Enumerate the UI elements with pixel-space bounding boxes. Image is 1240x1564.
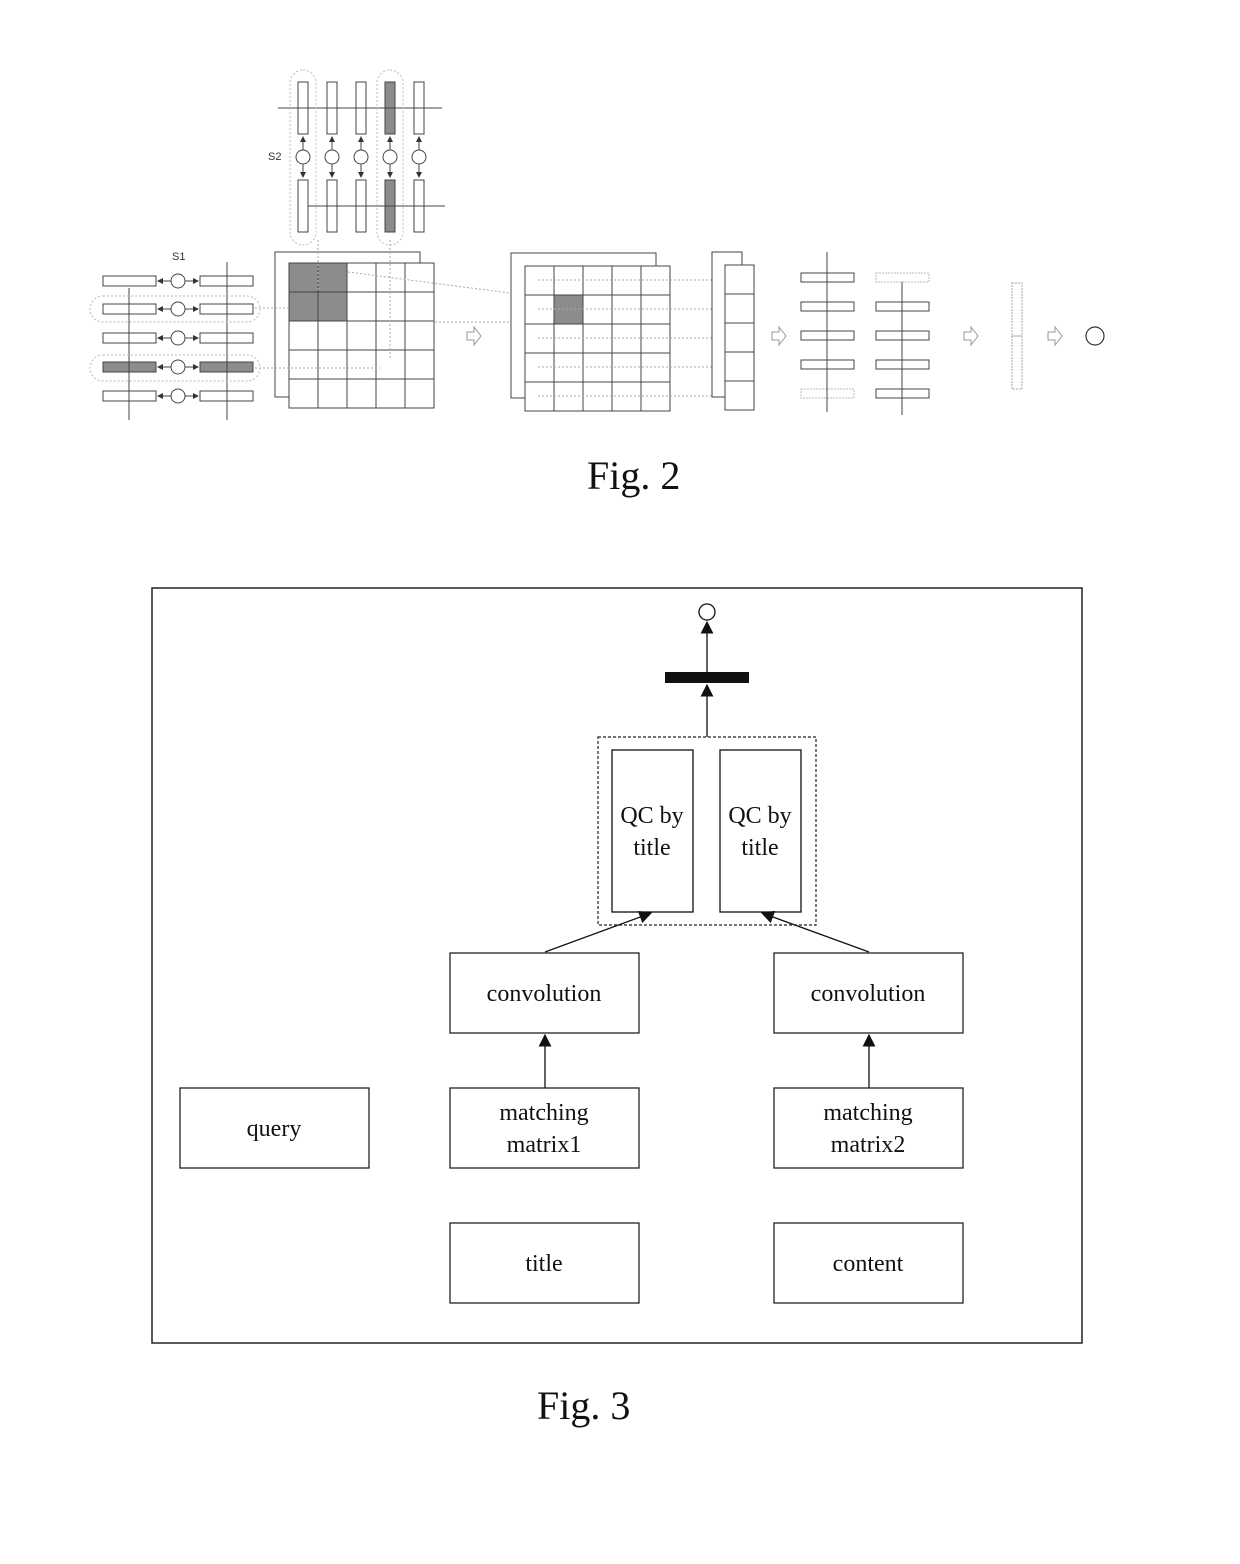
matching-matrix1-node: matching matrix1 <box>449 1087 640 1169</box>
content-node: content <box>773 1222 964 1304</box>
s1-bilstm: S1 <box>89 251 261 420</box>
matrix-cell <box>404 320 435 351</box>
matrix-cell <box>346 349 377 380</box>
flow-arrow-icon <box>771 325 787 347</box>
matrix-cell <box>317 291 348 322</box>
matrix-cell <box>317 320 348 351</box>
s1-word-node <box>170 388 186 404</box>
matrix-cell <box>404 349 435 380</box>
flow-arrow-icon <box>1047 325 1063 347</box>
fig3-caption: Fig. 3 <box>537 1383 631 1428</box>
pooled-cell <box>724 380 755 411</box>
matrix-cell <box>317 262 348 293</box>
s2-word-node <box>353 149 369 165</box>
flow-arrow-icon <box>466 325 482 347</box>
output-node <box>698 603 716 621</box>
matrix-cell <box>346 378 377 409</box>
pooled-cell <box>724 264 755 295</box>
s2-word-node <box>411 149 427 165</box>
matrix-cell <box>288 378 319 409</box>
figure-2: S1 S2 <box>89 69 1105 420</box>
matrix-cell <box>288 349 319 380</box>
s2-word-node <box>295 149 311 165</box>
matrix-cell <box>346 320 377 351</box>
match2-line2: matrix2 <box>831 1132 906 1158</box>
s1-word-node <box>170 273 186 289</box>
s2-label: S2 <box>268 151 281 163</box>
matching-matrix2-node: matching matrix2 <box>773 1087 964 1169</box>
content-label: content <box>833 1251 904 1277</box>
feature-map-grid <box>510 252 740 412</box>
title-label: title <box>525 1251 562 1277</box>
matrix-cell <box>375 378 406 409</box>
fig3-frame <box>151 587 1083 1344</box>
match1-line2: matrix1 <box>507 1132 582 1158</box>
matrix-cell <box>346 291 377 322</box>
fig2-caption: Fig. 2 <box>587 453 681 498</box>
query-node: query <box>179 1087 370 1169</box>
s2-bilstm: S2 <box>268 69 445 246</box>
qc-node-left: QC by title <box>611 749 694 913</box>
qc-right-line2: title <box>741 835 778 861</box>
convolution-node-right: convolution <box>773 952 964 1034</box>
match2-line1: matching <box>823 1100 912 1126</box>
flow-arrow-icon <box>963 325 979 347</box>
title-node: title <box>449 1222 640 1304</box>
s1-word-node <box>170 301 186 317</box>
matrix-cell <box>317 349 348 380</box>
matrix-cell <box>317 378 348 409</box>
qc-group <box>597 736 817 926</box>
s1-word-node <box>170 359 186 375</box>
matrix-cell <box>404 262 435 293</box>
conv-left-label: convolution <box>487 981 602 1007</box>
matrix-cell <box>288 320 319 351</box>
conv-right-label: convolution <box>811 981 926 1007</box>
matrix-cell <box>288 262 319 293</box>
match1-line1: matching <box>499 1100 588 1126</box>
convolution-node-left: convolution <box>449 952 640 1034</box>
qc-left-line1: QC by <box>620 803 683 829</box>
qc-node-right: QC by title <box>719 749 802 913</box>
qc-left-line2: title <box>633 835 670 861</box>
s1-left-cell <box>102 275 157 287</box>
pooled-cell <box>724 293 755 324</box>
s1-word-node <box>170 330 186 346</box>
fully-connected-layer <box>665 672 749 683</box>
matrix-cell <box>288 291 319 322</box>
s1-label: S1 <box>172 251 185 263</box>
pooled-column <box>711 251 755 411</box>
pooled-cell <box>724 351 755 382</box>
lstm-stack <box>800 252 930 415</box>
matrix-cell <box>404 291 435 322</box>
qc-right-line1: QC by <box>728 803 791 829</box>
output-vector <box>1011 282 1023 390</box>
pooled-cell <box>724 322 755 353</box>
query-label: query <box>247 1116 302 1142</box>
matrix-cell <box>346 262 377 293</box>
edge-conv-right-to-qc <box>760 910 870 953</box>
matching-matrix-grid <box>274 251 435 409</box>
matrix-cell <box>375 349 406 380</box>
matrix-cell <box>404 378 435 409</box>
edge-conv-left-to-qc <box>544 910 653 953</box>
s2-word-node <box>324 149 340 165</box>
s2-word-node <box>382 149 398 165</box>
s2-bottom-cell <box>297 179 309 233</box>
output-node <box>1085 326 1105 346</box>
lstm-backward-cell <box>875 272 930 283</box>
